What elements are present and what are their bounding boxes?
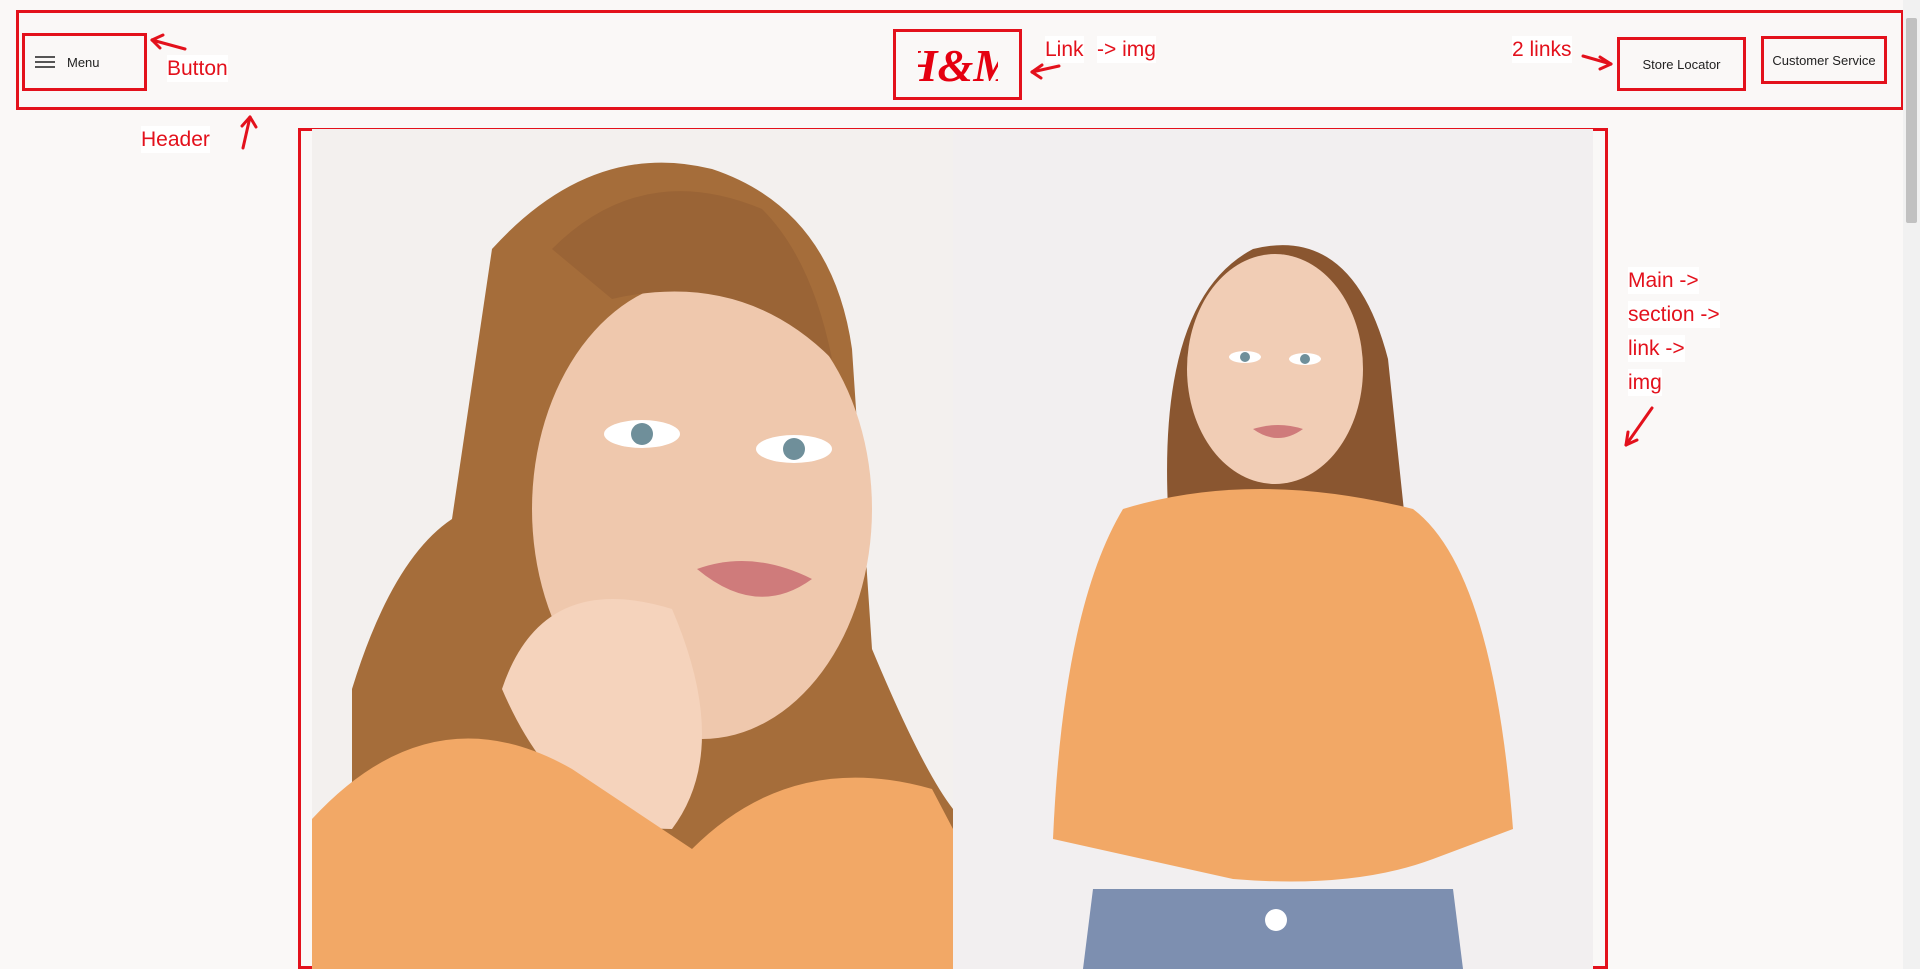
annotation-2-links: 2 links	[1512, 36, 1572, 64]
annotation-main: Main ->	[1628, 267, 1699, 295]
hamburger-icon	[35, 56, 55, 68]
store-locator-link[interactable]: Store Locator	[1617, 37, 1746, 91]
hero-image-left	[312, 129, 953, 969]
menu-label: Menu	[67, 54, 100, 70]
hero-image-left-link[interactable]	[312, 129, 953, 969]
hm-logo-text: H&M	[918, 40, 998, 91]
store-locator-label: Store Locator	[1642, 56, 1721, 72]
logo-link[interactable]: H&M	[893, 29, 1022, 100]
customer-service-label: Customer Service	[1772, 52, 1876, 68]
annotation-link-2: link ->	[1628, 335, 1685, 363]
carousel-dot-active[interactable]	[1265, 909, 1287, 931]
annotation-header: Header	[141, 126, 210, 154]
hero-image-right	[953, 129, 1593, 969]
page-scrollbar[interactable]	[1903, 0, 1920, 969]
annotation-section: section ->	[1628, 301, 1720, 329]
scrollbar-thumb[interactable]	[1906, 18, 1917, 223]
hm-logo-icon: H&M	[918, 40, 998, 91]
annotation-img-2: img	[1628, 369, 1662, 397]
annotation-link: Link	[1045, 36, 1084, 64]
annotation-button: Button	[167, 55, 228, 83]
menu-button[interactable]: Menu	[22, 33, 147, 91]
customer-service-link[interactable]: Customer Service	[1761, 36, 1887, 84]
annotation-img: -> img	[1097, 36, 1156, 64]
hero-image-right-link[interactable]	[953, 129, 1593, 969]
